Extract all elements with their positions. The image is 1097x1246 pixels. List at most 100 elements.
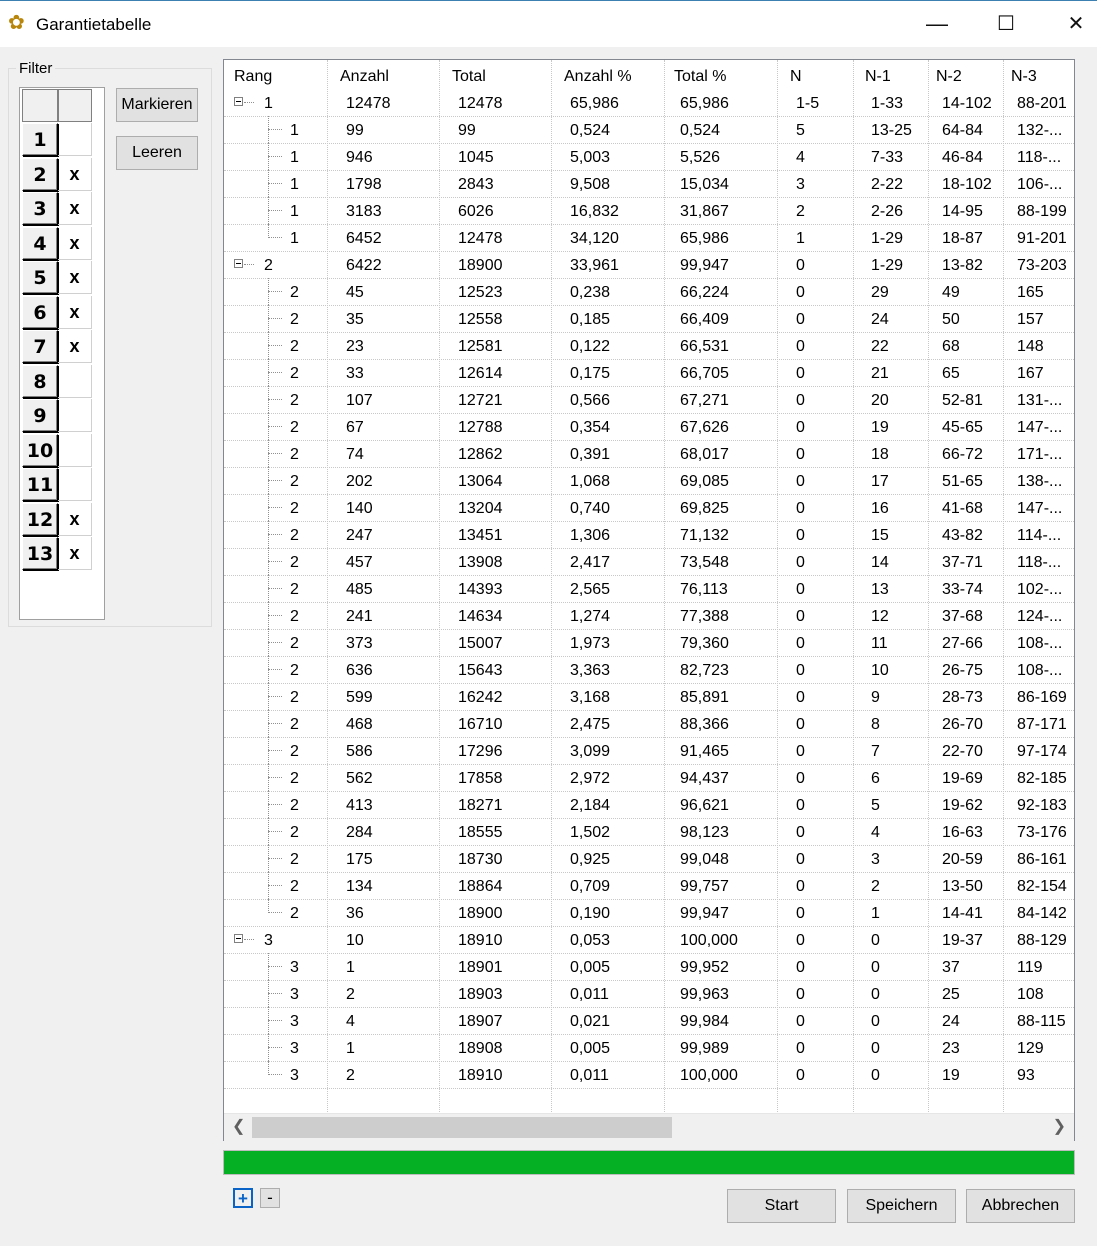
table-row[interactable]: 2 599 16242 3,168 85,891 0 9 28-73 86-169 [224, 683, 1074, 711]
filter-number-1[interactable]: 1 [22, 123, 58, 156]
filter-mark-1[interactable] [58, 123, 92, 156]
tree-group-row[interactable]: 3 10 18910 0,053 100,000 0 0 19-37 88-129 [224, 927, 1074, 954]
column-header-total-[interactable]: Total % [674, 68, 726, 86]
filter-number-8[interactable]: 8 [22, 364, 58, 398]
filter-mark-6[interactable]: x [58, 295, 92, 329]
filter-mark-13[interactable]: x [58, 537, 92, 570]
table-row[interactable]: 2 140 13204 0,740 69,825 0 16 41-68 147-... [224, 494, 1074, 522]
filter-grid[interactable]: 1 2 x 3 x 4 x 5 x 6 x 7 x 8 9 10 11 12 x 13 x [19, 87, 105, 620]
column-header-n[interactable]: N [790, 68, 802, 86]
filter-mark-4[interactable]: x [58, 226, 92, 260]
collapse-node-icon[interactable] [234, 934, 243, 943]
filter-number-11[interactable]: 11 [22, 468, 58, 501]
table-row[interactable]: 2 562 17858 2,972 94,437 0 6 19-69 82-185 [224, 764, 1074, 792]
filter-number-12[interactable]: 12 [22, 502, 58, 536]
table-row[interactable]: 3 1 18901 0,005 99,952 0 0 37 119 [224, 953, 1074, 981]
start-button[interactable]: Start [727, 1189, 836, 1223]
column-header-n-3[interactable]: N-3 [1011, 68, 1037, 86]
table-row[interactable]: 1 946 1045 5,003 5,526 4 7-33 46-84 118-... [224, 143, 1074, 171]
column-header-total[interactable]: Total [452, 68, 486, 86]
table-row[interactable]: 2 33 12614 0,175 66,705 0 21 65 167 [224, 359, 1074, 387]
table-row[interactable]: 1 99 99 0,524 0,524 5 13-25 64-84 132-... [224, 116, 1074, 144]
horizontal-scrollbar[interactable]: ❮ ❯ [224, 1113, 1074, 1141]
table-row[interactable]: 2 241 14634 1,274 77,388 0 12 37-68 124-... [224, 602, 1074, 630]
filter-mark-5[interactable]: x [58, 261, 92, 294]
save-button[interactable]: Speichern [847, 1189, 956, 1223]
scroll-left-icon[interactable]: ❮ [232, 1116, 245, 1136]
table-row[interactable]: 2 175 18730 0,925 99,048 0 3 20-59 86-161 [224, 845, 1074, 873]
table-row[interactable]: 2 413 18271 2,184 96,621 0 5 19-62 92-183 [224, 791, 1074, 819]
table-row[interactable]: 2 134 18864 0,709 99,757 0 2 13-50 82-154 [224, 872, 1074, 900]
tree-group-row[interactable]: 1 12478 12478 65,986 65,986 1-5 1-33 14-102 88-2… [224, 90, 1074, 117]
cell-n-2: 37 [942, 959, 960, 976]
table-row[interactable]: 1 3183 6026 16,832 31,867 2 2-26 14-95 88-199 [224, 197, 1074, 225]
guarantee-table[interactable]: Rang Anzahl Total Anzahl % Total % N N-1 N-2 N-3… [223, 59, 1075, 1141]
scroll-right-icon[interactable]: ❯ [1053, 1116, 1066, 1136]
filter-number-5[interactable]: 5 [22, 261, 58, 294]
column-header-anzahl[interactable]: Anzahl [340, 68, 389, 86]
filter-mark-11[interactable] [58, 468, 92, 501]
filter-number-2[interactable]: 2 [22, 157, 58, 191]
filter-mark-8[interactable] [58, 364, 92, 398]
filter-number-6[interactable]: 6 [22, 295, 58, 329]
table-row[interactable]: 2 284 18555 1,502 98,123 0 4 16-63 73-176 [224, 818, 1074, 846]
minimize-button[interactable]: — [908, 1, 966, 47]
mark-button[interactable]: Markieren [116, 88, 198, 122]
table-row[interactable]: 2 485 14393 2,565 76,113 0 13 33-74 102-... [224, 575, 1074, 603]
filter-mark-7[interactable]: x [58, 330, 92, 363]
cancel-button[interactable]: Abbrechen [966, 1189, 1075, 1223]
collapse-node-icon[interactable] [234, 259, 243, 268]
table-row[interactable]: 3 2 18910 0,011 100,000 0 0 19 93 [224, 1061, 1074, 1089]
table-row[interactable]: 2 247 13451 1,306 71,132 0 15 43-82 114-... [224, 521, 1074, 549]
table-row[interactable]: 2 45 12523 0,238 66,224 0 29 49 165 [224, 278, 1074, 306]
table-row[interactable]: 3 2 18903 0,011 99,963 0 0 25 108 [224, 980, 1074, 1008]
table-row[interactable]: 2 67 12788 0,354 67,626 0 19 45-65 147-... [224, 413, 1074, 441]
table-row[interactable]: 2 35 12558 0,185 66,409 0 24 50 157 [224, 305, 1074, 333]
table-row[interactable]: 2 23 12581 0,122 66,531 0 22 68 148 [224, 332, 1074, 360]
filter-mark-9[interactable] [58, 399, 92, 432]
cell-n-2: 65 [942, 365, 960, 382]
cell-rang: 2 [290, 905, 299, 922]
expand-all-button[interactable]: + [233, 1188, 253, 1208]
table-row[interactable]: 3 4 18907 0,021 99,984 0 0 24 88-115 [224, 1007, 1074, 1035]
table-row[interactable]: 2 74 12862 0,391 68,017 0 18 66-72 171-... [224, 440, 1074, 468]
filter-mark-12[interactable]: x [58, 502, 92, 536]
collapse-node-icon[interactable] [234, 97, 243, 106]
scrollbar-thumb[interactable] [252, 1117, 672, 1138]
cell-n-1: 24 [871, 311, 889, 328]
tree-group-row[interactable]: 2 6422 18900 33,961 99,947 0 1-29 13-82 73-203 [224, 252, 1074, 279]
table-row[interactable]: 2 107 12721 0,566 67,271 0 20 52-81 131-... [224, 386, 1074, 414]
table-row[interactable]: 2 202 13064 1,068 69,085 0 17 51-65 138-... [224, 467, 1074, 495]
table-row[interactable]: 2 36 18900 0,190 99,947 0 1 14-41 84-142 [224, 899, 1074, 927]
maximize-button[interactable]: ☐ [977, 1, 1035, 47]
filter-number-13[interactable]: 13 [22, 537, 58, 570]
filter-number-9[interactable]: 9 [22, 399, 58, 432]
close-button[interactable]: ✕ [1047, 1, 1097, 47]
cell-total-: 67,271 [680, 392, 729, 409]
filter-number-7[interactable]: 7 [22, 330, 58, 363]
cell-rang: 2 [290, 851, 299, 868]
column-header-n-2[interactable]: N-2 [936, 68, 962, 86]
table-row[interactable]: 3 1 18908 0,005 99,989 0 0 23 129 [224, 1034, 1074, 1062]
filter-number-4[interactable]: 4 [22, 226, 58, 260]
filter-mark-2[interactable]: x [58, 157, 92, 191]
collapse-all-button[interactable]: - [260, 1188, 280, 1208]
cell-anzahl: 562 [346, 770, 373, 787]
table-row[interactable]: 2 373 15007 1,973 79,360 0 11 27-66 108-... [224, 629, 1074, 657]
table-row[interactable]: 2 636 15643 3,363 82,723 0 10 26-75 108-... [224, 656, 1074, 684]
clear-button[interactable]: Leeren [116, 136, 198, 170]
column-header-rang[interactable]: Rang [234, 68, 272, 86]
filter-number-3[interactable]: 3 [22, 192, 58, 225]
column-header-n-1[interactable]: N-1 [865, 68, 891, 86]
tree-connector [268, 399, 282, 400]
table-row[interactable]: 2 586 17296 3,099 91,465 0 7 22-70 97-174 [224, 737, 1074, 765]
filter-number-10[interactable]: 10 [22, 433, 58, 467]
filter-mark-3[interactable]: x [58, 192, 92, 225]
column-header-anzahl-[interactable]: Anzahl % [564, 68, 632, 86]
filter-mark-10[interactable] [58, 433, 92, 467]
table-row[interactable]: 2 468 16710 2,475 88,366 0 8 26-70 87-171 [224, 710, 1074, 738]
table-row[interactable]: 2 457 13908 2,417 73,548 0 14 37-71 118-... [224, 548, 1074, 576]
cell-n-2: 33-74 [942, 581, 983, 598]
table-row[interactable]: 1 1798 2843 9,508 15,034 3 2-22 18-102 106-... [224, 170, 1074, 198]
table-row[interactable]: 1 6452 12478 34,120 65,986 1 1-29 18-87 91-201 [224, 224, 1074, 252]
